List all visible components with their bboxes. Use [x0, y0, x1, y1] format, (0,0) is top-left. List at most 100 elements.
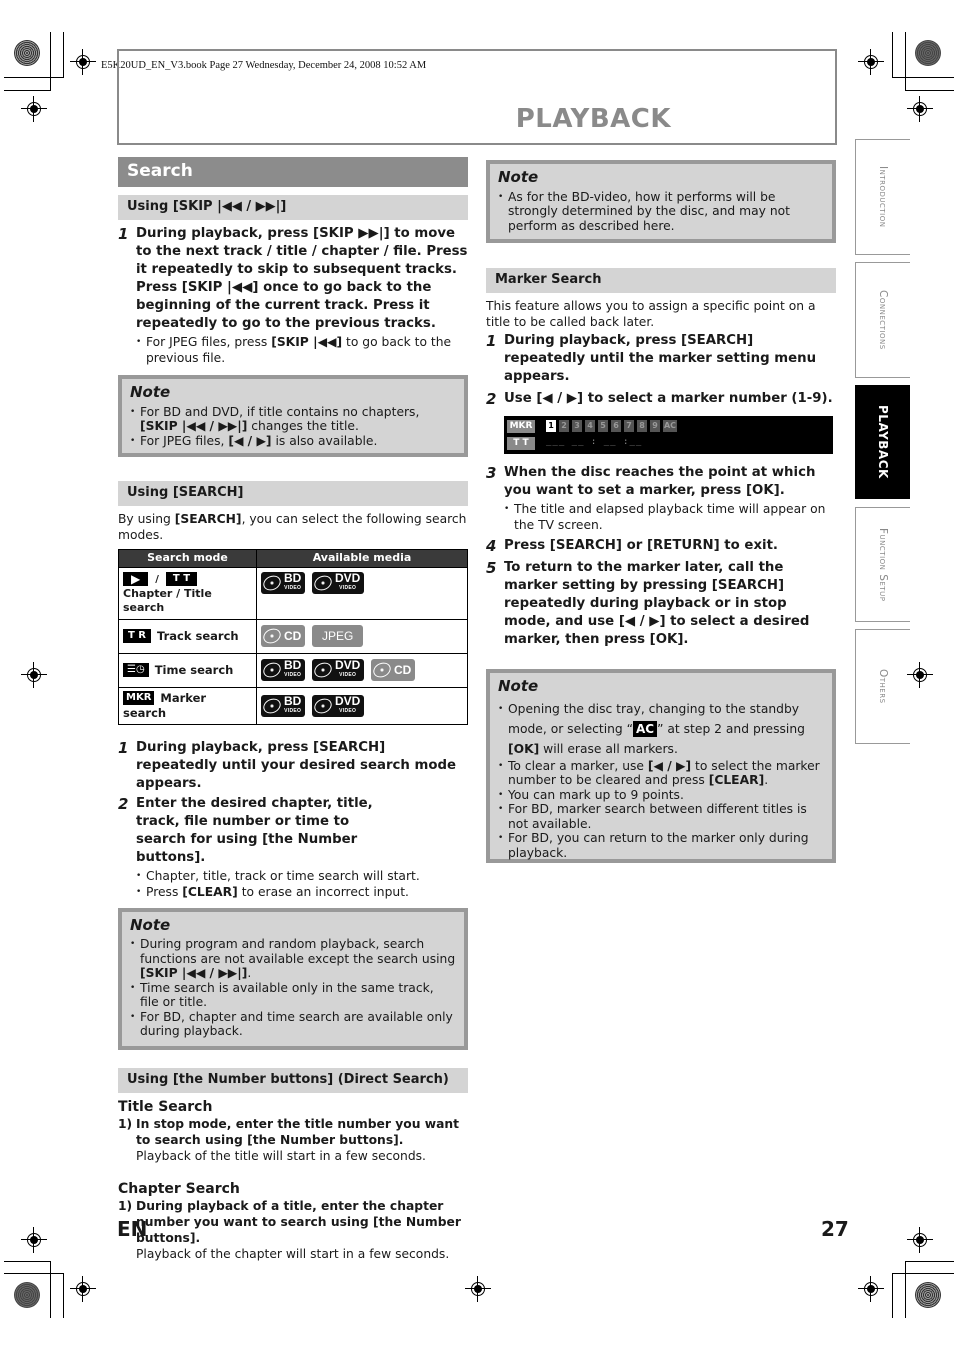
note-box: Note During program and random playback,… — [118, 907, 468, 1050]
step-text: Use [◀ / ▶] to select a marker number (1… — [504, 391, 833, 406]
marker-number[interactable]: 4 — [585, 420, 595, 432]
registration-mark — [70, 49, 96, 75]
disc-icon — [260, 659, 284, 681]
bold-text: [◀ / ▶] — [647, 758, 692, 773]
crop-line — [50, 32, 51, 91]
step-result: Playback of the title will start in a fe… — [136, 1148, 426, 1163]
media-cell: BD VIDEO DVD VIDEO CD — [256, 652, 468, 688]
note-item: During program and random playback, sear… — [130, 937, 456, 981]
step-text: During playback, press [SEARCH] repeated… — [504, 333, 817, 384]
mode-label: Track search — [157, 628, 239, 643]
media-label: DVD — [335, 693, 361, 708]
marker-number[interactable]: 8 — [637, 420, 647, 432]
bold-text: [CLEAR] — [708, 773, 765, 787]
bold-text: [OK] — [508, 741, 540, 756]
table-row: MKR Marker search BD VIDEO DVD VIDEO — [118, 686, 468, 725]
crop-line — [50, 1261, 51, 1318]
media-label: DVD — [335, 658, 361, 673]
note-title: Note — [498, 168, 539, 186]
dvd-video-icon: DVD VIDEO — [311, 572, 365, 594]
bullet-item: For JPEG files, press [SKIP |◀◀] to go b… — [136, 334, 468, 366]
bold-text: [SKIP |◀◀ / ▶▶|] — [140, 966, 248, 981]
registration-disc-mark — [915, 40, 941, 66]
registration-mark — [907, 1227, 933, 1253]
text: For JPEG files, — [140, 433, 229, 448]
bullet-item: The title and elapsed playback time will… — [504, 501, 836, 533]
title-icon: T T — [165, 571, 198, 586]
disc-icon — [311, 695, 335, 716]
step-text: To return to the marker later, call the … — [504, 560, 810, 647]
bold-text: [SKIP |◀◀ / ▶▶|] — [140, 419, 248, 433]
disc-icon — [370, 659, 394, 681]
crop-line — [4, 1273, 64, 1274]
step: 5 To return to the marker later, call th… — [486, 559, 836, 649]
media-label: CD — [394, 663, 412, 678]
media-sublabel: VIDEO — [284, 707, 302, 714]
media-label: CD — [284, 629, 302, 644]
side-tab-others[interactable]: Others — [855, 629, 910, 744]
side-tab-playback[interactable]: PLAYBACK — [855, 385, 910, 499]
track-icon: T R — [123, 629, 152, 644]
mode-label: Chapter / Title search — [123, 587, 212, 615]
page-title: PLAYBACK — [515, 104, 671, 134]
text: ” at step 2 and pressing — [657, 721, 805, 736]
subsection-title-skip: Using [SKIP |◀◀ / ▶▶|] — [118, 195, 468, 220]
registration-mark — [70, 1276, 96, 1302]
marker-clear-all[interactable]: AC — [663, 420, 677, 432]
crop-line — [4, 77, 64, 78]
step-number: 2 — [486, 390, 497, 408]
note-item: Opening the disc tray, changing to the s… — [498, 699, 824, 759]
side-tab-function-setup[interactable]: Function Setup — [855, 507, 910, 622]
media-cell: BD VIDEO DVD VIDEO — [256, 567, 468, 620]
marker-number[interactable]: 7 — [624, 420, 634, 432]
marker-number[interactable]: 6 — [611, 420, 621, 432]
cd-icon: CD — [370, 659, 416, 682]
step-text: Press [SEARCH] or [RETURN] to exit. — [504, 538, 778, 553]
text: changes the title. — [247, 419, 359, 433]
media-label: BD — [284, 571, 302, 585]
step-number: 2 — [118, 794, 129, 813]
side-tab-connections[interactable]: Connections — [855, 262, 910, 378]
crop-line — [905, 1261, 906, 1318]
step: 1 During playback, press [SEARCH] repeat… — [486, 332, 836, 386]
marker-intro: This feature allows you to assign a spec… — [486, 299, 816, 329]
time-search-icon: ☰◷ — [123, 663, 149, 678]
marker-time: ___ __ : __ :__ — [546, 437, 643, 447]
media-sublabel: VIDEO — [339, 707, 357, 714]
media-sublabel: VIDEO — [284, 672, 302, 679]
jpeg-icon: JPEG — [312, 625, 364, 648]
direct-step: 1) During playback of a title, enter the… — [118, 1198, 468, 1246]
text: During program and random playback, sear… — [140, 937, 456, 966]
side-tab-introduction[interactable]: Introduction — [855, 139, 910, 255]
note-list: During program and random playback, sear… — [130, 937, 456, 1039]
marker-number[interactable]: 2 — [559, 420, 569, 432]
media-label: BD — [284, 693, 302, 708]
crop-line — [892, 32, 893, 78]
tt-label: T T — [507, 437, 535, 450]
crop-line — [4, 1261, 51, 1262]
table-row: ▶ / T T Chapter / Title search BD VIDEO D… — [118, 567, 468, 620]
registration-disc-mark — [14, 40, 40, 66]
table-header-row: Search mode Available media — [118, 549, 468, 568]
media-label: BD — [284, 658, 302, 673]
marker-number[interactable]: 3 — [572, 420, 582, 432]
marker-number[interactable]: 9 — [650, 420, 660, 432]
marker-number[interactable]: 1 — [546, 420, 556, 432]
bold-text: [◀ / ▶] — [228, 433, 272, 448]
text: is also available. — [271, 433, 378, 448]
dvd-video-icon: DVD VIDEO — [311, 693, 365, 717]
search-intro: By using [SEARCH], you can select the fo… — [118, 511, 468, 543]
right-column: Note As for the BD-video, how it perform… — [486, 160, 836, 863]
step-text: During playback of a title, enter the ch… — [136, 1198, 461, 1245]
bullet-item: Press [CLEAR] to erase an incorrect inpu… — [136, 884, 468, 900]
bullet-item: Chapter, title, track or time search wil… — [136, 868, 468, 884]
note-item: For BD and DVD, if title contains no cha… — [130, 405, 456, 434]
mode-cell: MKR Marker search — [118, 686, 257, 725]
subsection-title-marker: Marker Search — [486, 268, 836, 293]
media-sublabel: VIDEO — [284, 585, 302, 591]
registration-mark — [21, 662, 47, 688]
marker-icon: MKR — [123, 691, 155, 706]
step: 2 Enter the desired chapter, title, trac… — [118, 795, 468, 867]
note-item: For BD, marker search between different … — [498, 802, 824, 831]
marker-number[interactable]: 5 — [598, 420, 608, 432]
